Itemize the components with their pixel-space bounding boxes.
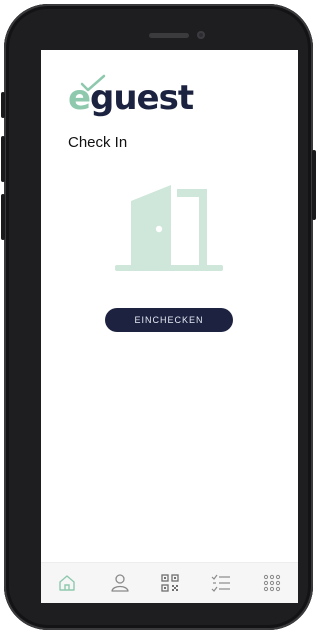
qr-code-icon: [161, 574, 179, 592]
eguest-logo: e guest: [68, 74, 194, 120]
bottom-tab-bar: [41, 562, 298, 603]
speaker-grille: [149, 33, 189, 38]
front-camera: [197, 31, 205, 39]
page-title: Check In: [68, 134, 128, 151]
home-icon: [59, 575, 75, 591]
tab-more[interactable]: [260, 571, 284, 595]
checklist-icon: [211, 574, 230, 592]
mute-switch: [1, 92, 5, 118]
logo-wordmark: guest: [90, 78, 194, 118]
tab-profile[interactable]: [108, 571, 132, 595]
open-door-icon: [115, 185, 223, 271]
phone-frame: e guest Check In EINCHECKEN: [4, 4, 313, 630]
tab-qr-code[interactable]: [158, 571, 182, 595]
tab-checklist[interactable]: [209, 571, 233, 595]
checkin-button[interactable]: EINCHECKEN: [105, 308, 233, 332]
app-screen: e guest Check In EINCHECKEN: [41, 50, 298, 603]
volume-up-button: [1, 136, 5, 182]
tab-home[interactable]: [55, 571, 79, 595]
grid-dots-icon: [263, 574, 281, 592]
volume-down-button: [1, 194, 5, 240]
power-button: [312, 150, 316, 220]
user-icon: [111, 574, 129, 592]
